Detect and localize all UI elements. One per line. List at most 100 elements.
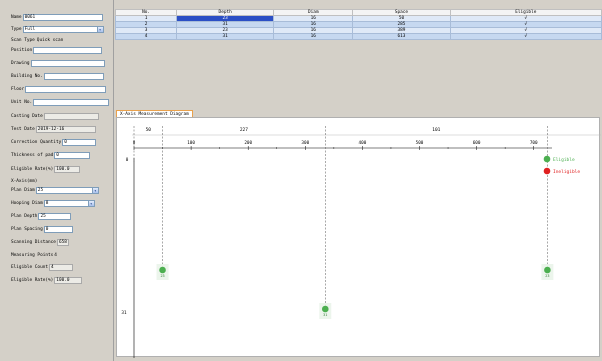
building-no-field[interactable] <box>43 72 104 80</box>
scan-type-label: Scan Type <box>11 37 35 43</box>
scanning-distance-row: Scanning Distance 658 <box>11 238 69 246</box>
eligible-rate-field: 100.0 <box>54 276 83 284</box>
hooping-diam-label: Hooping Diam <box>11 200 43 206</box>
rebar-point-label: 31 <box>323 313 327 317</box>
scanning-distance-field: 658 <box>56 238 69 246</box>
drawing-row: Drawing <box>11 59 105 67</box>
thickness-of-pad-row: Thickness of pad 0 <box>11 151 91 159</box>
correction-quantity-field[interactable]: 0 <box>62 138 97 146</box>
table-cell[interactable]: 31 <box>176 33 275 40</box>
eligible-count-row: Eligible Count 4 <box>11 263 74 271</box>
x-tick-label: 300 <box>301 140 309 146</box>
x-tick-label: 600 <box>473 140 481 146</box>
correction-quantity-label: Correction Quantity <box>11 139 62 145</box>
x-tick-label: 100 <box>187 140 195 146</box>
scanning-distance-label: Scanning Distance <box>11 239 56 245</box>
chevron-down-icon[interactable]: ▾ <box>92 186 99 194</box>
plan-diam-label: Plan Diam <box>11 187 35 193</box>
casting-date-field[interactable] <box>43 112 99 120</box>
spacing-label: 50 <box>146 127 152 133</box>
thickness-of-pad-field[interactable]: 0 <box>54 151 91 159</box>
spacing-label: 227 <box>240 127 248 133</box>
eligible-rate-row-2: Eligible Rate(%) 100.0 <box>11 276 83 284</box>
legend-ineligible-label: Ineligible <box>553 169 580 175</box>
drawing-field[interactable] <box>30 59 105 67</box>
measuring-points-row: Measuring Points 4 <box>11 251 58 259</box>
table-cell[interactable]: √ <box>449 33 602 40</box>
plan-diam-select[interactable]: 25 <box>35 186 93 194</box>
scan-type-row: Scan Type Quick scan <box>11 36 64 44</box>
tab-x-axis-diagram[interactable]: X-Axis Measurement Diagram <box>116 110 193 117</box>
measuring-points-label: Measuring Points <box>11 252 54 258</box>
plan-depth-label: Plan Depth <box>11 213 38 219</box>
spacing-label: 101 <box>432 127 440 133</box>
legend-eligible-label: Eligible <box>553 157 575 163</box>
test-date-label: Test Date <box>11 126 35 132</box>
plan-depth-row: Plan Depth 25 <box>11 212 72 220</box>
eligible-rate-field: 100.0 <box>54 165 81 173</box>
chevron-down-icon[interactable]: ▾ <box>97 25 104 33</box>
y-tick-label: 0 <box>126 157 129 163</box>
type-row: Type Full ▾ <box>11 25 104 33</box>
rebar-point-label: 23 <box>160 274 164 278</box>
casting-date-row: Casting Date <box>11 112 99 120</box>
legend-eligible-marker <box>543 155 551 163</box>
x-tick-label: 500 <box>416 140 424 146</box>
thickness-of-pad-label: Thickness of pad <box>11 152 54 158</box>
diagram-canvas: 5022710122401002003004005006007000312331… <box>121 126 601 358</box>
measurement-table: No. Depth Diam Space Eligible 1 23 16 50… <box>114 9 602 40</box>
eligible-rate-label: Eligible Rate(%) <box>11 166 54 172</box>
plan-spacing-row: Plan Spacing 0 <box>11 225 73 233</box>
correction-quantity-row: Correction Quantity 0 <box>11 138 97 146</box>
x-tick-label: 700 <box>530 140 538 146</box>
unit-no-field[interactable] <box>33 98 110 106</box>
floor-row: Floor <box>11 85 107 93</box>
eligible-count-field: 4 <box>49 263 74 271</box>
type-label: Type <box>11 26 22 32</box>
floor-field[interactable] <box>25 85 107 93</box>
eligible-rate-label: Eligible Rate(%) <box>11 277 54 283</box>
position-row: Position <box>11 46 103 54</box>
table-cell[interactable]: 4 <box>114 33 178 40</box>
eligible-count-label: Eligible Count <box>11 264 49 270</box>
plan-depth-field[interactable]: 25 <box>38 212 72 220</box>
plan-diam-row: Plan Diam 25 ▾ <box>11 186 99 194</box>
rebar-point-label: 23 <box>545 274 549 278</box>
rebar-point <box>321 305 329 313</box>
table-cell[interactable]: 16 <box>273 33 354 40</box>
drawing-label: Drawing <box>11 60 30 66</box>
plan-spacing-field[interactable]: 0 <box>43 225 73 233</box>
x-tick-label: 400 <box>359 140 367 146</box>
unit-no-label: Unit No. <box>11 99 33 105</box>
rebar-point <box>544 266 551 274</box>
x-axis-section-label: X-Axis(mm) <box>11 179 38 184</box>
properties-panel: Name 0061 Type Full ▾ Scan Type Quick sc… <box>0 0 114 361</box>
position-label: Position <box>11 47 33 53</box>
unit-no-row: Unit No. <box>11 98 110 106</box>
floor-label: Floor <box>11 86 25 92</box>
x-axis-measurement-diagram: 5022710122401002003004005006007000312331… <box>116 117 601 358</box>
eligible-rate-row-1: Eligible Rate(%) 100.0 <box>11 165 81 173</box>
name-label: Name <box>11 14 22 20</box>
chevron-down-icon[interactable]: ▾ <box>88 199 95 207</box>
x-tick-label: 200 <box>244 140 252 146</box>
legend-ineligible-marker <box>543 167 551 175</box>
scan-type-value: Quick scan <box>36 37 64 43</box>
type-select[interactable]: Full <box>22 25 98 33</box>
test-date-field[interactable]: 2019-12-16 <box>35 125 96 133</box>
name-row: Name 0061 <box>11 13 103 21</box>
measurement-table-panel: No. Depth Diam Space Eligible 1 23 16 50… <box>114 9 602 107</box>
hooping-diam-row: Hooping Diam 8 ▾ <box>11 199 95 207</box>
casting-date-label: Casting Date <box>11 113 43 119</box>
hooping-diam-select[interactable]: 8 <box>43 199 89 207</box>
name-field[interactable]: 0061 <box>22 13 103 21</box>
test-date-row: Test Date 2019-12-16 <box>11 125 96 133</box>
rebar-point <box>159 266 166 274</box>
y-tick-label: 31 <box>121 310 127 316</box>
table-row[interactable]: 4 31 16 613 √ <box>114 33 602 40</box>
building-no-row: Building No. <box>11 72 104 80</box>
position-field[interactable] <box>33 46 103 54</box>
plan-spacing-label: Plan Spacing <box>11 226 43 232</box>
measuring-points-value: 4 <box>54 252 57 258</box>
table-cell[interactable]: 613 <box>352 33 451 40</box>
